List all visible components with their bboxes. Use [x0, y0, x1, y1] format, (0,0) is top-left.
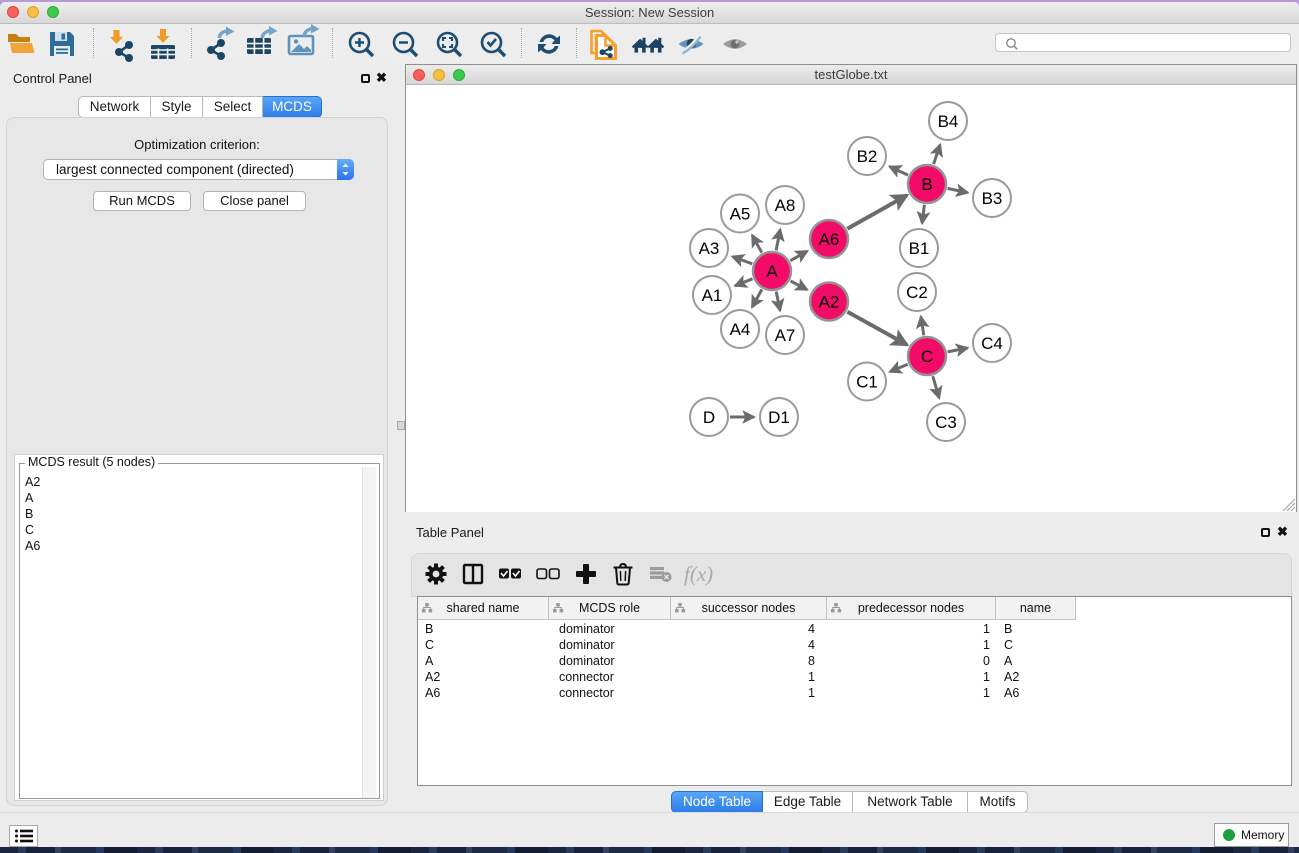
svg-text:A: A [766, 262, 778, 281]
svg-text:B3: B3 [982, 189, 1003, 208]
svg-text:C2: C2 [906, 283, 928, 302]
svg-text:B: B [921, 175, 932, 194]
svg-text:A8: A8 [775, 196, 796, 215]
svg-text:D: D [703, 408, 715, 427]
svg-text:A1: A1 [702, 286, 723, 305]
svg-text:C: C [921, 347, 933, 366]
svg-text:D1: D1 [768, 408, 790, 427]
svg-text:B2: B2 [857, 147, 878, 166]
svg-text:A6: A6 [819, 230, 840, 249]
svg-text:A2: A2 [819, 293, 840, 312]
svg-text:B1: B1 [909, 239, 930, 258]
svg-text:A7: A7 [775, 326, 796, 345]
svg-text:C1: C1 [856, 373, 878, 392]
svg-text:A5: A5 [730, 205, 751, 224]
svg-text:A3: A3 [699, 239, 720, 258]
svg-text:C4: C4 [981, 334, 1003, 353]
svg-text:f(x): f(x) [684, 562, 713, 586]
svg-text:A4: A4 [730, 320, 751, 339]
svg-text:B4: B4 [938, 112, 959, 131]
svg-text:C3: C3 [935, 413, 957, 432]
